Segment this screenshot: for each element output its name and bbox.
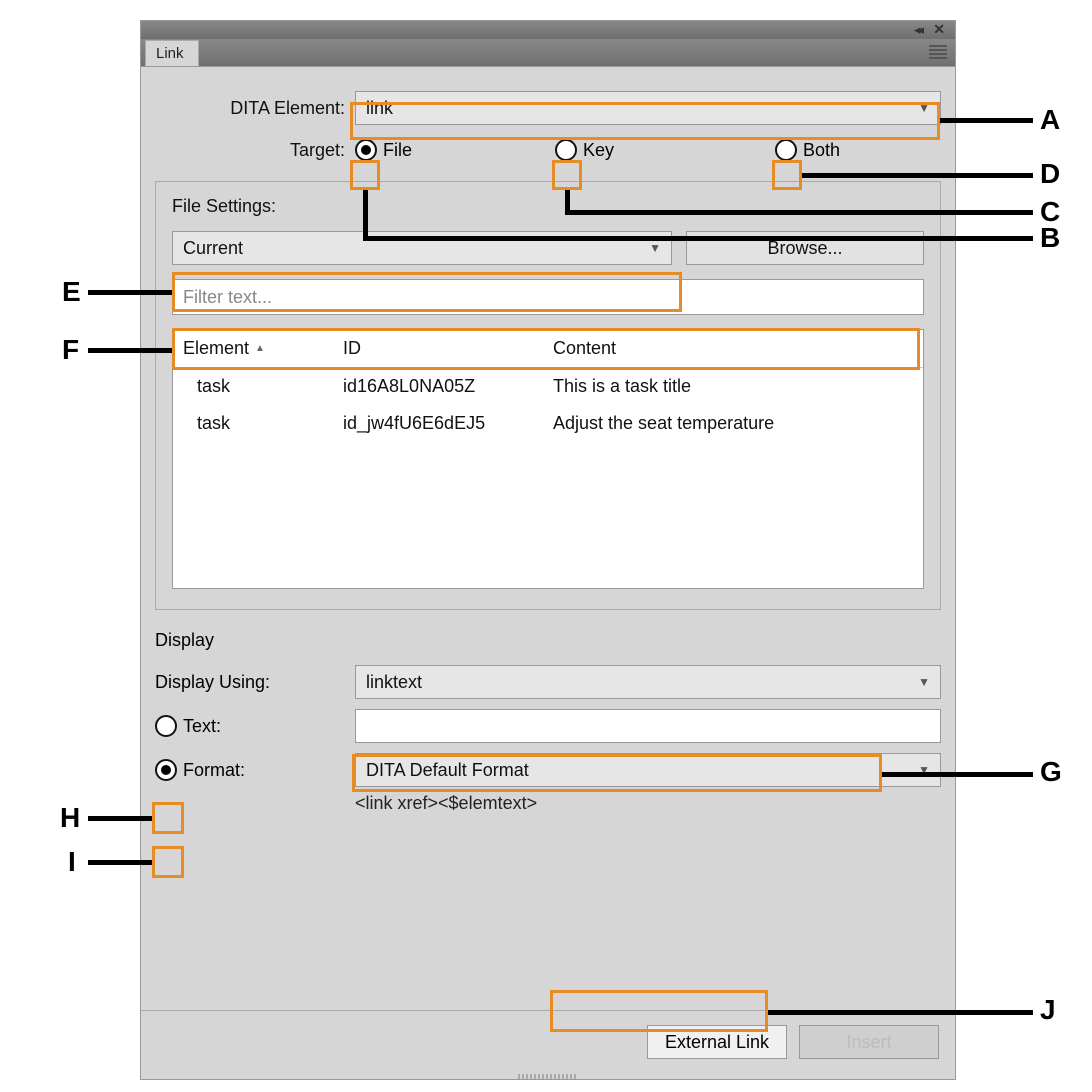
bottom-bar: External Link Insert [141,1010,955,1073]
file-settings-group: File Settings: Current ▼ Browse... Filte… [155,181,941,610]
col-element[interactable]: Element ▲ [173,330,333,367]
target-radio-both[interactable]: Both [775,139,840,161]
list-header: Element ▲ ID Content [173,330,923,368]
display-text-radio[interactable]: Text: [155,715,355,737]
display-format-value: DITA Default Format [366,760,529,781]
target-radio-file[interactable]: File [355,139,555,161]
display-format-label: Format: [183,760,245,781]
chevron-down-icon: ▼ [918,101,930,115]
display-using-label: Display Using: [155,672,355,693]
annotation-letter: B [1040,222,1060,254]
dita-element-select[interactable]: link ▼ [355,91,941,125]
target-radio-group: File Key Both [355,139,941,161]
browse-button[interactable]: Browse... [686,231,924,265]
annotation-letter: H [60,802,80,834]
target-radio-both-label: Both [803,140,840,161]
annotation-letter: A [1040,104,1060,136]
insert-button: Insert [799,1025,939,1059]
file-source-value: Current [183,238,243,259]
annotation-letter: D [1040,158,1060,190]
display-text-input[interactable] [355,709,941,743]
target-radio-key-label: Key [583,140,614,161]
chevron-down-icon: ▼ [649,241,661,255]
chevron-down-icon: ▼ [918,675,930,689]
col-content[interactable]: Content [543,330,923,367]
file-source-select[interactable]: Current ▼ [172,231,672,265]
external-link-button[interactable]: External Link [647,1025,787,1059]
annotation-letter: I [68,846,76,878]
format-helper: <link xref><$elemtext> [355,793,941,814]
chevron-down-icon: ▼ [918,763,930,777]
panel-menu-icon[interactable] [929,45,947,59]
display-using-value: linktext [366,672,422,693]
display-using-select[interactable]: linktext ▼ [355,665,941,699]
target-radio-key[interactable]: Key [555,139,775,161]
display-text-label: Text: [183,716,221,737]
target-radio-file-label: File [383,140,412,161]
col-id[interactable]: ID [333,330,543,367]
display-format-select[interactable]: DITA Default Format ▼ [355,753,941,787]
list-row[interactable]: task id_jw4fU6E6dEJ5 Adjust the seat tem… [173,405,923,442]
element-list[interactable]: Element ▲ ID Content task id16A8L0NA05Z … [172,329,924,589]
list-row[interactable]: task id16A8L0NA05Z This is a task title [173,368,923,405]
link-panel: ◂◂ ✕ Link DITA Element: link ▼ Target: F… [140,20,956,1080]
tab-bar: Link [141,39,955,67]
dita-element-label: DITA Element: [155,98,355,119]
collapse-icon[interactable]: ◂◂ [914,22,921,38]
filter-input[interactable]: Filter text... [172,279,924,315]
panel-titlebar: ◂◂ ✕ [141,21,955,39]
close-icon[interactable]: ✕ [933,21,945,38]
filter-placeholder: Filter text... [183,287,272,308]
annotation-letter: G [1040,756,1062,788]
annotation-letter: J [1040,994,1056,1026]
annotation-letter: E [62,276,81,308]
tab-link[interactable]: Link [145,40,199,66]
display-title: Display [155,630,941,651]
target-label: Target: [155,140,355,161]
sort-asc-icon: ▲ [255,343,265,354]
display-format-radio[interactable]: Format: [155,759,355,781]
resize-gripper[interactable] [518,1074,578,1079]
dita-element-value: link [366,98,393,119]
file-settings-title: File Settings: [172,196,924,217]
annotation-letter: F [62,334,79,366]
